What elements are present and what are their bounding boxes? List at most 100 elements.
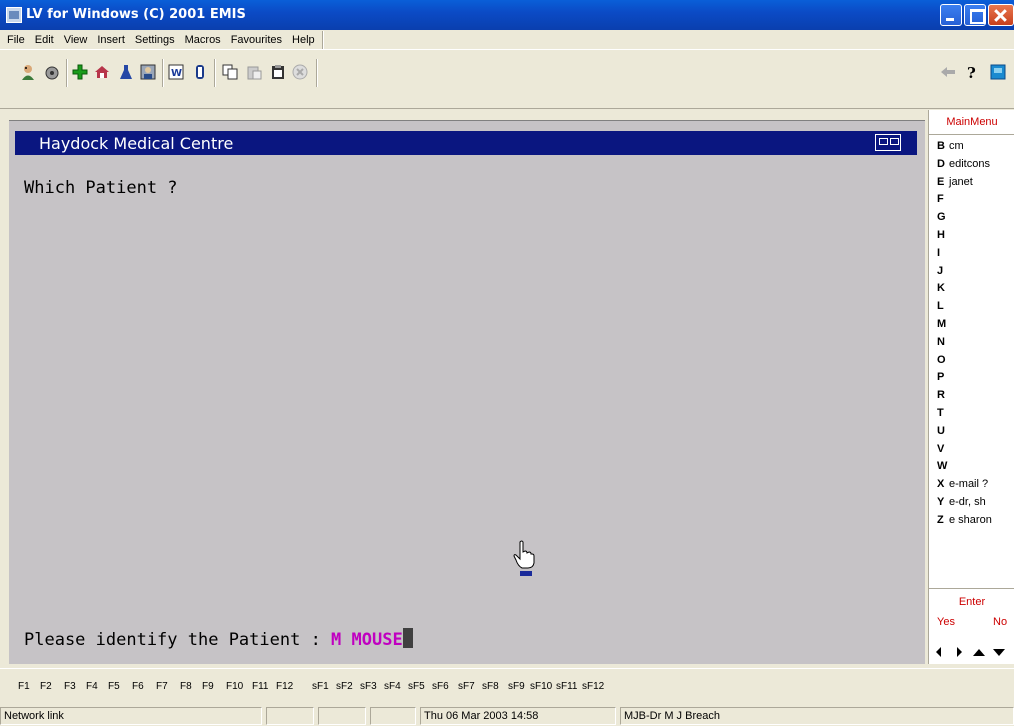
book-icon[interactable]: [990, 64, 1006, 80]
side-key-p[interactable]: P: [937, 371, 949, 386]
fkey-f10[interactable]: F10: [226, 681, 243, 692]
side-key-w[interactable]: W: [937, 460, 949, 475]
side-key-h[interactable]: H: [937, 229, 949, 244]
patient-input[interactable]: M MOUSE: [331, 630, 403, 650]
side-key-x[interactable]: Xe-mail ?: [937, 478, 988, 493]
menu-favourites[interactable]: Favourites: [226, 34, 287, 46]
lab-flask-icon[interactable]: [118, 64, 134, 80]
fkey-f5[interactable]: F5: [108, 681, 120, 692]
fkey-f2[interactable]: F2: [40, 681, 52, 692]
fkey-f1[interactable]: F1: [18, 681, 30, 692]
arrow-left-icon[interactable]: [936, 647, 941, 657]
app-window: LV for Windows (C) 2001 EMIS File Edit V…: [0, 0, 1014, 726]
menu-insert[interactable]: Insert: [92, 34, 130, 46]
side-key-o[interactable]: O: [937, 354, 949, 369]
clipboard-icon[interactable]: [270, 64, 286, 80]
user-status: MJB-Dr M J Breach: [620, 707, 1014, 725]
side-key-t[interactable]: T: [937, 407, 949, 422]
fkey-sf9[interactable]: sF9: [508, 681, 525, 692]
side-key-f[interactable]: F: [937, 193, 949, 208]
word-icon[interactable]: W: [168, 64, 184, 80]
no-key[interactable]: No: [993, 616, 1007, 628]
status-bar: Network link Thu 06 Mar 2003 14:58 MJB-D…: [0, 706, 1014, 726]
back-arrow-icon[interactable]: [940, 64, 956, 80]
side-key-y[interactable]: Ye-dr, sh: [937, 496, 986, 511]
menu-macros[interactable]: Macros: [180, 34, 226, 46]
key-letter: B: [937, 140, 945, 152]
paste-icon[interactable]: [246, 64, 262, 80]
toolbar: W ?: [0, 51, 1014, 109]
side-key-z[interactable]: Ze sharon: [937, 514, 992, 529]
key-letter: V: [937, 442, 945, 455]
cancel-icon[interactable]: [292, 64, 308, 80]
fkey-sf10[interactable]: sF10: [530, 681, 552, 692]
title-bar[interactable]: LV for Windows (C) 2001 EMIS: [0, 0, 1014, 30]
clip-icon[interactable]: [192, 64, 208, 80]
fkey-sf12[interactable]: sF12: [582, 681, 604, 692]
side-key-g[interactable]: G: [937, 211, 949, 226]
side-key-r[interactable]: R: [937, 389, 949, 404]
lock-icon[interactable]: [44, 64, 60, 80]
side-menu-divider: [929, 134, 1014, 135]
side-key-k[interactable]: K: [937, 282, 949, 297]
fkey-sf2[interactable]: sF2: [336, 681, 353, 692]
menu-bar: File Edit View Insert Settings Macros Fa…: [0, 30, 1014, 50]
app-icon[interactable]: [6, 7, 22, 23]
side-key-e[interactable]: Ejanet: [937, 176, 973, 191]
menu-settings[interactable]: Settings: [130, 34, 180, 46]
side-key-m[interactable]: M: [937, 318, 949, 333]
arrow-down-icon[interactable]: [993, 649, 1005, 656]
toolbar-separator: [162, 59, 164, 87]
fkey-sf7[interactable]: sF7: [458, 681, 475, 692]
side-key-v[interactable]: V: [937, 443, 949, 458]
key-letter: G: [937, 211, 946, 224]
minimize-button[interactable]: [940, 4, 962, 26]
menu-file[interactable]: File: [2, 34, 30, 46]
enter-key[interactable]: Enter: [929, 596, 1014, 608]
menu-help[interactable]: Help: [287, 34, 320, 46]
person-icon[interactable]: [140, 64, 156, 80]
fkey-f7[interactable]: F7: [156, 681, 168, 692]
patient-icon[interactable]: [20, 64, 36, 80]
side-key-d[interactable]: Deditcons: [937, 158, 990, 173]
close-button[interactable]: [988, 4, 1014, 26]
fkey-sf3[interactable]: sF3: [360, 681, 377, 692]
fkey-f4[interactable]: F4: [86, 681, 98, 692]
fkey-f9[interactable]: F9: [202, 681, 214, 692]
side-key-l[interactable]: L: [937, 300, 949, 315]
side-key-i[interactable]: I: [937, 247, 949, 262]
fkey-f11[interactable]: F11: [252, 681, 269, 692]
fkey-f6[interactable]: F6: [132, 681, 144, 692]
fkey-sf8[interactable]: sF8: [482, 681, 499, 692]
side-key-j[interactable]: J: [937, 265, 949, 280]
fkey-sf11[interactable]: sF11: [556, 681, 578, 692]
key-label: cm: [949, 140, 964, 152]
fkey-sf4[interactable]: sF4: [384, 681, 401, 692]
add-icon[interactable]: [72, 64, 88, 80]
menu-view[interactable]: View: [59, 34, 93, 46]
key-letter: J: [937, 264, 944, 277]
side-key-u[interactable]: U: [937, 425, 949, 440]
arrow-right-icon[interactable]: [957, 647, 962, 657]
key-letter: H: [937, 229, 945, 241]
fkey-sf6[interactable]: sF6: [432, 681, 449, 692]
network-icon[interactable]: [875, 134, 901, 151]
maximize-button[interactable]: [964, 4, 986, 26]
main-console[interactable]: Haydock Medical Centre Which Patient ? P…: [9, 120, 925, 664]
fkey-f3[interactable]: F3: [64, 681, 76, 692]
fkey-sf1[interactable]: sF1: [312, 681, 329, 692]
fkey-f8[interactable]: F8: [180, 681, 192, 692]
key-letter: W: [937, 460, 948, 473]
fkey-sf5[interactable]: sF5: [408, 681, 425, 692]
arrow-up-icon[interactable]: [973, 649, 985, 656]
fkey-f12[interactable]: F12: [276, 681, 293, 692]
home-visit-icon[interactable]: [94, 64, 110, 80]
menu-edit[interactable]: Edit: [30, 34, 59, 46]
copy-icon[interactable]: [222, 64, 238, 80]
key-letter: P: [937, 371, 945, 384]
yes-key[interactable]: Yes: [937, 616, 955, 628]
side-key-n[interactable]: N: [937, 336, 949, 351]
help-icon[interactable]: ?: [964, 64, 980, 80]
toolbar-separator: [214, 59, 216, 87]
side-key-b[interactable]: Bcm: [937, 140, 964, 155]
